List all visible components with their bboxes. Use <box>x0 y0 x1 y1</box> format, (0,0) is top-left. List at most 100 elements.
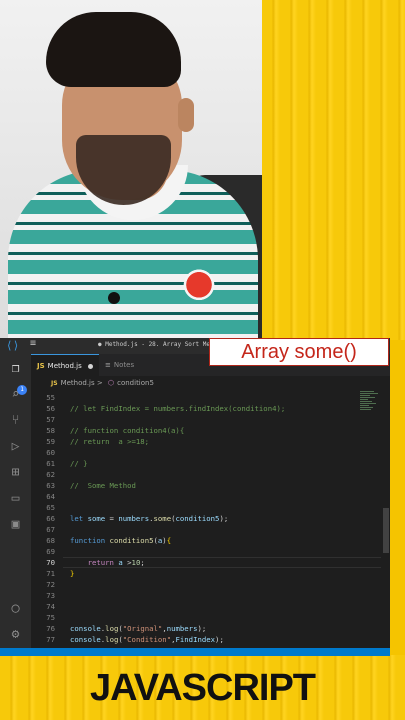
code-text: // } <box>70 458 88 469</box>
presenter-video <box>0 0 262 338</box>
code-token: function <box>70 536 110 545</box>
code-line[interactable]: 71} <box>31 568 381 579</box>
topic-title: Array some() <box>209 338 389 366</box>
yellow-background-right <box>262 0 405 340</box>
breadcrumb: JS Method.js > ⬡ condition5 <box>31 376 390 390</box>
extensions-icon[interactable]: ⊞ <box>7 464 24 481</box>
lapel-mic <box>108 292 120 304</box>
code-token: return <box>87 558 119 567</box>
breadcrumb-symbol[interactable]: condition5 <box>117 379 154 387</box>
code-line[interactable]: 73 <box>31 590 381 601</box>
tab-notes[interactable]: ≡ Notes <box>99 354 169 376</box>
code-text: // let FindIndex = numbers.findIndex(con… <box>70 403 285 414</box>
code-area[interactable]: 55 56 // let FindIndex = numbers.findIndex… <box>31 390 381 655</box>
code-line[interactable]: 75 <box>31 612 381 623</box>
code-line[interactable]: 70 return a >10; <box>31 557 381 568</box>
code-token: // return a >=18; <box>70 437 150 446</box>
code-token: = <box>105 514 119 523</box>
code-token: // let FindIndex = numbers.findIndex(con… <box>70 404 286 413</box>
code-text: // Some Method <box>70 480 136 491</box>
line-number: 67 <box>46 525 55 534</box>
code-token: numbers <box>118 514 150 523</box>
code-token: log <box>105 624 119 633</box>
code-line[interactable]: 65 <box>31 502 381 513</box>
tab-method-js[interactable]: JS Method.js <box>31 354 99 376</box>
code-token: console <box>70 624 101 633</box>
explorer-icon[interactable]: ❐ <box>7 360 24 377</box>
line-number: 65 <box>46 503 55 512</box>
account-icon[interactable]: ◯ <box>7 600 24 617</box>
vscode-logo-icon: ⟨⟩ <box>6 339 20 352</box>
line-number: 74 <box>46 602 55 611</box>
tab-label: Notes <box>113 361 135 369</box>
run-debug-icon[interactable]: ▷ <box>7 438 24 455</box>
line-number: 71 <box>46 569 55 578</box>
activity-bar: ❐ 1 ⌕ ⑂ ▷ ⊞ ▭ ▣ ◯ ⚙ <box>0 354 31 655</box>
code-line[interactable]: 60 <box>31 447 381 458</box>
code-line[interactable]: 66 let some = numbers.some(condition5); <box>31 513 381 524</box>
code-token: "Condition" <box>122 635 172 644</box>
code-text: return a >10; <box>70 557 145 568</box>
code-line[interactable]: 76 console.log("Orignal",numbers); <box>31 623 381 634</box>
code-token: { <box>166 536 172 545</box>
code-token: "Orignal" <box>122 624 163 633</box>
code-editor: ⟨⟩ ≡ ● Method.js - 28. Array Sort Method… <box>0 338 390 655</box>
code-token: log <box>105 635 119 644</box>
code-text: let some = numbers.some(condition5); <box>70 513 228 524</box>
presenter-hair <box>46 12 181 87</box>
code-line[interactable]: 57 <box>31 414 381 425</box>
code-line[interactable]: 69 <box>31 546 381 557</box>
code-token: console <box>70 635 101 644</box>
line-number: 66 <box>46 514 55 523</box>
line-number: 77 <box>46 635 55 644</box>
line-number: 73 <box>46 591 55 600</box>
code-line[interactable]: 64 <box>31 491 381 502</box>
tab-label: Method.js <box>47 362 82 370</box>
settings-gear-icon[interactable]: ⚙ <box>7 626 24 643</box>
line-number: 56 <box>46 404 55 413</box>
line-number: 69 <box>46 547 55 556</box>
footer-title: JAVASCRIPT <box>89 667 316 709</box>
code-line[interactable]: 63 // Some Method <box>31 480 381 491</box>
code-token: ); <box>215 635 224 644</box>
code-token: FindIndex <box>175 635 216 644</box>
line-number: 64 <box>46 492 55 501</box>
code-line[interactable]: 61 // } <box>31 458 381 469</box>
code-token: ); <box>219 514 229 523</box>
code-text: // function condition4(a){ <box>70 425 184 436</box>
code-line[interactable]: 56 // let FindIndex = numbers.findIndex(c… <box>31 403 381 414</box>
menu-icon[interactable]: ≡ <box>30 338 36 349</box>
line-number: 63 <box>46 481 55 490</box>
line-number: 55 <box>46 393 55 402</box>
line-number: 75 <box>46 613 55 622</box>
code-line[interactable]: 59 // return a >=18; <box>31 436 381 447</box>
code-token: ; <box>140 558 145 567</box>
code-text: function condition5(a){ <box>70 535 171 546</box>
line-number: 58 <box>46 426 55 435</box>
breadcrumb-file[interactable]: Method.js <box>61 379 95 387</box>
remote-explorer-icon[interactable]: ▭ <box>7 490 24 507</box>
source-control-icon[interactable]: ⑂ <box>7 412 24 429</box>
code-line[interactable]: 72 <box>31 579 381 590</box>
code-line[interactable]: 67 <box>31 524 381 535</box>
code-line[interactable]: 68 function condition5(a){ <box>31 535 381 546</box>
code-token: condition5 <box>109 536 154 545</box>
minimap[interactable] <box>360 390 380 430</box>
terminal-icon[interactable]: ▣ <box>7 516 24 533</box>
line-number: 61 <box>46 459 55 468</box>
code-line[interactable]: 74 <box>31 601 381 612</box>
search-icon[interactable]: ⌕ <box>7 386 24 403</box>
vertical-scrollbar[interactable] <box>383 508 389 553</box>
code-line[interactable]: 62 <box>31 469 381 480</box>
code-line[interactable]: 77 console.log("Condition",FindIndex); <box>31 634 381 645</box>
code-token: > <box>122 558 132 567</box>
code-token: let <box>70 514 88 523</box>
function-symbol-icon: ⬡ <box>107 379 115 387</box>
code-line[interactable]: 55 <box>31 392 381 403</box>
code-token: // function condition4(a){ <box>70 426 185 435</box>
unsaved-dot-icon[interactable] <box>87 363 93 369</box>
presenter-ear <box>178 98 194 132</box>
notes-file-icon: ≡ <box>105 361 111 369</box>
code-line[interactable]: 58 // function condition4(a){ <box>31 425 381 436</box>
